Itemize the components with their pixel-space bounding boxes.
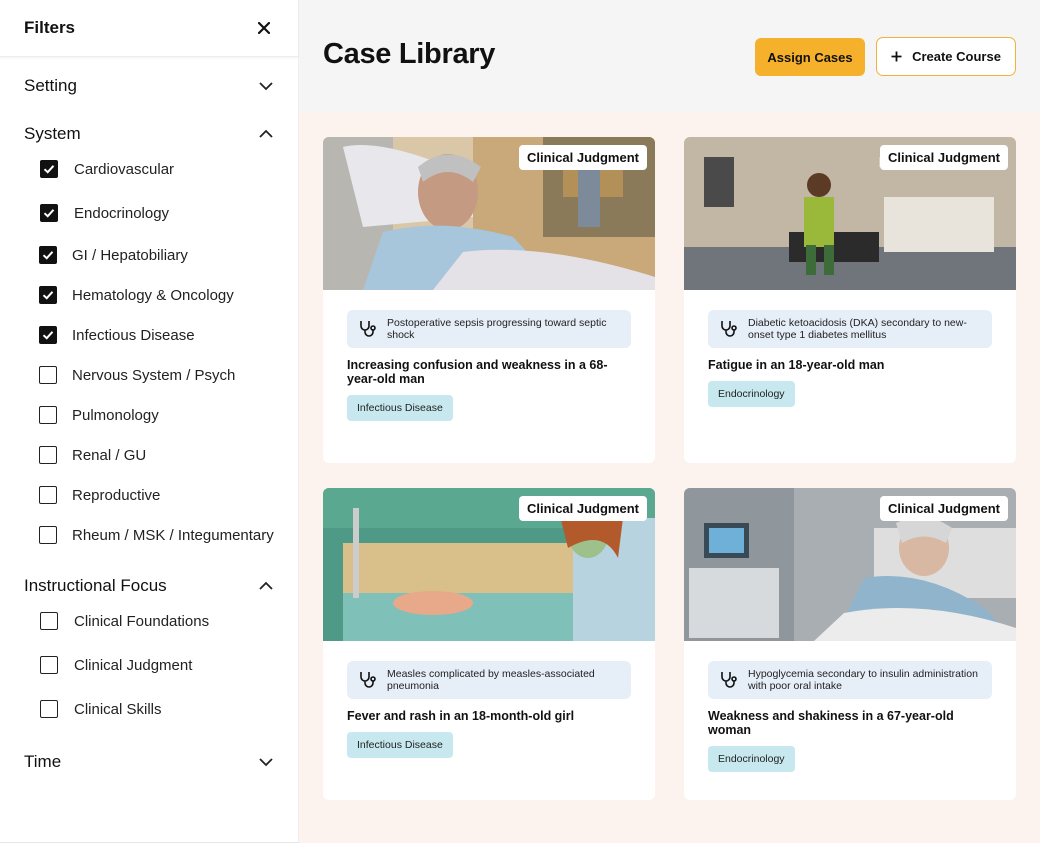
case-card[interactable]: Clinical Judgment Diabetic ketoacidosis … bbox=[684, 137, 1016, 463]
diagnosis-box: Measles complicated by measles-associate… bbox=[347, 661, 631, 699]
close-icon[interactable] bbox=[254, 18, 274, 38]
filter-label: Renal / GU bbox=[72, 446, 147, 464]
section-title: Setting bbox=[24, 76, 77, 95]
case-image: Clinical Judgment bbox=[684, 137, 1016, 290]
case-type-badge: Clinical Judgment bbox=[519, 496, 647, 521]
case-title: Weakness and shakiness in a 67-year-old … bbox=[708, 709, 954, 737]
filters-sidebar: Filters Setting System Cardiovascular En… bbox=[0, 0, 299, 843]
section-title: System bbox=[24, 124, 81, 143]
filter-label: Reproductive bbox=[72, 486, 161, 504]
stethoscope-icon bbox=[360, 672, 376, 688]
system-tag: Endocrinology bbox=[708, 381, 795, 407]
checkbox[interactable] bbox=[39, 486, 57, 504]
diagnosis-text: Diabetic ketoacidosis (DKA) secondary to… bbox=[748, 317, 967, 341]
check-icon bbox=[42, 291, 54, 300]
filter-pulmonology[interactable]: Pulmonology bbox=[39, 406, 159, 424]
filter-clinical-skills[interactable]: Clinical Skills bbox=[40, 700, 162, 718]
system-tag: Infectious Disease bbox=[347, 395, 453, 421]
case-image: Clinical Judgment bbox=[323, 137, 655, 290]
filter-label: GI / Hepatobiliary bbox=[72, 246, 188, 264]
checkbox[interactable] bbox=[40, 612, 58, 630]
stethoscope-icon bbox=[721, 672, 737, 688]
section-instructional-focus[interactable]: Instructional Focus bbox=[24, 576, 274, 596]
filter-gi-hepatobiliary[interactable]: GI / Hepatobiliary bbox=[39, 246, 188, 264]
checkbox[interactable] bbox=[39, 286, 57, 304]
diagnosis-box: Postoperative sepsis progressing toward … bbox=[347, 310, 631, 348]
case-grid: Clinical Judgment Postoperative sepsis p… bbox=[299, 112, 1040, 843]
filter-label: Clinical Foundations bbox=[74, 612, 210, 630]
filters-header: Filters bbox=[0, 0, 298, 57]
diagnosis-text: Postoperative sepsis progressing toward … bbox=[387, 317, 607, 341]
filter-label: Hematology & Oncology bbox=[72, 286, 234, 304]
page-title: Case Library bbox=[323, 38, 496, 70]
case-title: Fever and rash in an 18-month-old girl bbox=[347, 709, 575, 723]
checkbox[interactable] bbox=[39, 446, 57, 464]
filters-title: Filters bbox=[24, 18, 76, 37]
stethoscope-icon bbox=[721, 321, 737, 337]
checkbox[interactable] bbox=[40, 204, 58, 222]
checkbox[interactable] bbox=[39, 246, 57, 264]
chevron-up-icon bbox=[259, 129, 273, 138]
chevron-up-icon bbox=[259, 581, 273, 590]
filter-endocrinology[interactable]: Endocrinology bbox=[40, 204, 169, 222]
filter-label: Pulmonology bbox=[72, 406, 159, 424]
assign-cases-button[interactable]: Assign Cases bbox=[755, 38, 865, 76]
checkbox[interactable] bbox=[39, 526, 57, 544]
diagnosis-box: Hypoglycemia secondary to insulin admini… bbox=[708, 661, 992, 699]
filter-label: Rheum / MSK / Integumentary bbox=[72, 526, 274, 544]
checkbox[interactable] bbox=[39, 406, 57, 424]
case-type-badge: Clinical Judgment bbox=[880, 496, 1008, 521]
check-icon bbox=[43, 209, 55, 218]
filter-clinical-judgment[interactable]: Clinical Judgment bbox=[40, 656, 192, 674]
case-type-badge: Clinical Judgment bbox=[880, 145, 1008, 170]
chevron-down-icon bbox=[259, 82, 273, 91]
checkbox[interactable] bbox=[40, 160, 58, 178]
filter-clinical-foundations[interactable]: Clinical Foundations bbox=[40, 612, 209, 630]
system-tag: Endocrinology bbox=[708, 746, 795, 772]
filter-nervous-system[interactable]: Nervous System / Psych bbox=[39, 366, 235, 384]
filter-renal-gu[interactable]: Renal / GU bbox=[39, 446, 146, 464]
plus-icon bbox=[891, 51, 902, 62]
filter-hematology-oncology[interactable]: Hematology & Oncology bbox=[39, 286, 234, 304]
filter-label: Cardiovascular bbox=[74, 160, 175, 178]
main-content: Case Library Assign Cases Create Course bbox=[299, 0, 1040, 843]
check-icon bbox=[42, 251, 54, 260]
checkbox[interactable] bbox=[39, 366, 57, 384]
section-title: Time bbox=[24, 752, 62, 771]
section-time[interactable]: Time bbox=[24, 752, 274, 772]
section-system[interactable]: System bbox=[24, 124, 274, 144]
filter-infectious-disease[interactable]: Infectious Disease bbox=[39, 326, 195, 344]
diagnosis-text: Measles complicated by measles-associate… bbox=[387, 668, 595, 692]
filter-label: Nervous System / Psych bbox=[72, 366, 236, 384]
case-type-badge: Clinical Judgment bbox=[519, 145, 647, 170]
case-card[interactable]: Clinical Judgment Hypoglycemia secondary… bbox=[684, 488, 1016, 800]
create-course-button[interactable]: Create Course bbox=[876, 37, 1016, 76]
section-setting[interactable]: Setting bbox=[24, 76, 274, 96]
check-icon bbox=[42, 331, 54, 340]
case-title: Fatigue in an 18-year-old man bbox=[708, 358, 885, 372]
diagnosis-text: Hypoglycemia secondary to insulin admini… bbox=[748, 668, 978, 692]
checkbox[interactable] bbox=[40, 656, 58, 674]
diagnosis-box: Diabetic ketoacidosis (DKA) secondary to… bbox=[708, 310, 992, 348]
filter-label: Infectious Disease bbox=[72, 326, 195, 344]
case-card[interactable]: Clinical Judgment Measles complicated by… bbox=[323, 488, 655, 800]
case-card[interactable]: Clinical Judgment Postoperative sepsis p… bbox=[323, 137, 655, 463]
checkbox[interactable] bbox=[40, 700, 58, 718]
case-image: Clinical Judgment bbox=[323, 488, 655, 641]
system-tag: Infectious Disease bbox=[347, 732, 453, 758]
filter-reproductive[interactable]: Reproductive bbox=[39, 486, 160, 504]
section-title: Instructional Focus bbox=[24, 576, 167, 595]
checkbox[interactable] bbox=[39, 326, 57, 344]
case-image: Clinical Judgment bbox=[684, 488, 1016, 641]
filter-rheum-msk[interactable]: Rheum / MSK / Integumentary bbox=[39, 526, 274, 544]
create-course-label: Create Course bbox=[912, 49, 1001, 64]
check-icon bbox=[43, 165, 55, 174]
filter-label: Endocrinology bbox=[74, 204, 170, 222]
case-title: Increasing confusion and weakness in a 6… bbox=[347, 358, 608, 386]
filter-cardiovascular[interactable]: Cardiovascular bbox=[40, 160, 174, 178]
stethoscope-icon bbox=[360, 321, 376, 337]
filter-label: Clinical Skills bbox=[74, 700, 162, 718]
filter-label: Clinical Judgment bbox=[74, 656, 193, 674]
chevron-down-icon bbox=[259, 758, 273, 767]
